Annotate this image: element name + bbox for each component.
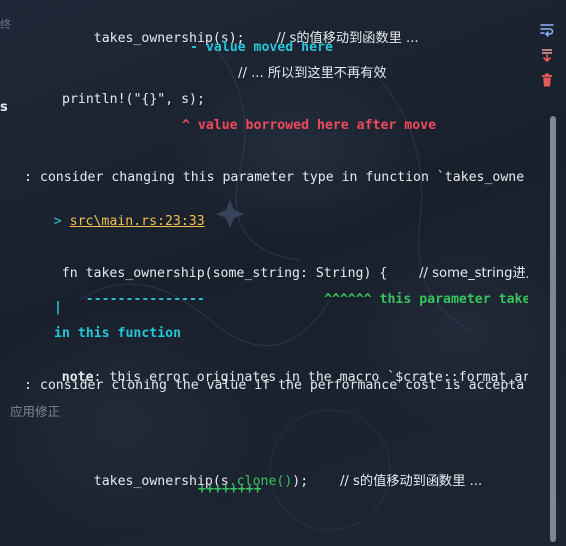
- label-value-moved: - value moved here: [190, 40, 333, 55]
- source-location-row: > src\main.rs:23:33: [22, 195, 205, 249]
- apply-fix-link[interactable]: 应用修正: [10, 403, 60, 421]
- code-line-println: println!("{}", s);: [62, 92, 205, 107]
- vertical-scrollbar[interactable]: [550, 116, 556, 542]
- run-console-output[interactable]: takes_ownership(s); // s的值移动到函数里 ... - v…: [0, 0, 528, 546]
- insertion-markers: ++++++++: [198, 482, 262, 497]
- source-file-link[interactable]: src\main.rs:23:33: [70, 214, 205, 229]
- help-change-parameter-type: : consider changing this parameter type …: [24, 170, 525, 185]
- code-comment-no-longer-valid: // ... 所以到这里不再有效: [238, 66, 387, 81]
- soft-wrap-icon[interactable]: [537, 19, 557, 39]
- location-arrow: >: [53, 214, 62, 229]
- help-consider-cloning: : consider cloning the value if the perf…: [24, 378, 525, 393]
- scroll-to-end-icon[interactable]: [537, 45, 557, 65]
- code-comment: // s的值移动到函数里 ...: [339, 474, 483, 489]
- label-value-borrowed: ^ value borrowed here after move: [182, 118, 437, 133]
- annotation-pipe: |: [54, 300, 62, 315]
- label-parameter-takes-ownership: ^^^^^^ this parameter takes ow: [323, 292, 528, 307]
- trash-icon[interactable]: [537, 70, 557, 90]
- dash-underline: ---------------: [85, 292, 205, 307]
- label-in-this-function: in this function: [54, 326, 182, 341]
- parameter-annotation-row: --------------- ^^^^^^ this parameter ta…: [54, 273, 528, 327]
- code-text-end: );: [292, 474, 309, 489]
- code-line-suggested-fix: takes_ownership(s.clone()); // s的值移动到函数里…: [62, 455, 482, 509]
- console-toolbar: [528, 0, 566, 546]
